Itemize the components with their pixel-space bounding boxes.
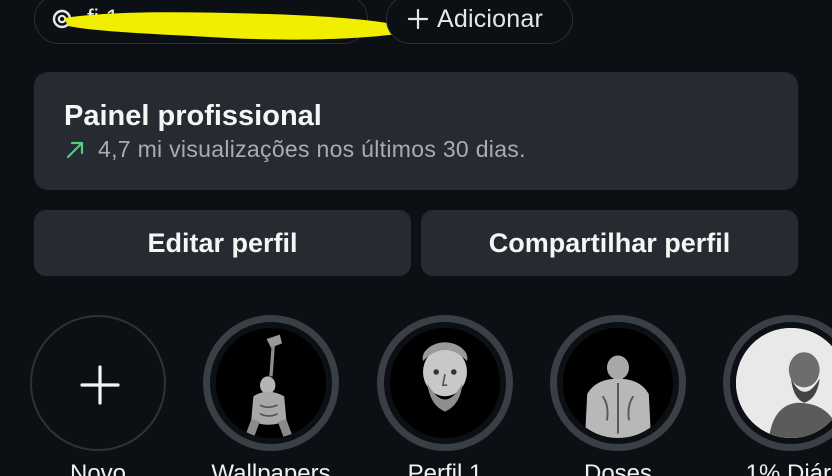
redaction-scribble [64,12,418,40]
professional-dashboard-card[interactable]: Painel profissional 4,7 mi visualizações… [34,72,798,190]
highlight-ring [203,315,339,451]
highlight-doses[interactable]: Doses [550,315,686,476]
dashboard-stats-text: 4,7 mi visualizações nos últimos 30 dias… [98,136,526,162]
add-link-button[interactable]: Adicionar [386,0,573,44]
add-label: Adicionar [437,4,544,33]
highlight-ring [723,315,832,451]
statue-bearded-thumbnail [736,328,832,438]
new-highlight-ring [30,315,166,451]
edit-profile-button[interactable]: Editar perfil [34,210,411,276]
statue-axe-thumbnail [216,328,326,438]
plus-icon [407,8,429,30]
statue-head-thumbnail [390,328,500,438]
highlight-perfil-1[interactable]: Perfil 1 [377,315,513,476]
highlight-label: Novo [69,460,127,476]
share-profile-button[interactable]: Compartilhar perfil [421,210,798,276]
highlight-ring [377,315,513,451]
highlight-label: 1% Diári [745,460,832,476]
highlight-ring [550,315,686,451]
dashboard-title: Painel profissional [64,100,322,132]
dashboard-stats-row: 4,7 mi visualizações nos últimos 30 dias… [64,136,768,163]
plus-icon [78,363,122,407]
highlight-label: Wallpapers [211,460,331,476]
statue-back-thumbnail [563,328,673,438]
highlight-new[interactable]: Novo [30,315,166,476]
highlight-1-diario[interactable]: 1% Diári [723,315,832,476]
profile-screen: fi 1 Adicionar Painel profissional 4,7 m… [0,0,832,476]
trend-up-arrow-icon [64,139,86,161]
highlight-wallpapers[interactable]: Wallpapers [203,315,339,476]
highlight-label: Perfil 1 [407,460,483,476]
highlight-label: Doses [583,460,653,476]
